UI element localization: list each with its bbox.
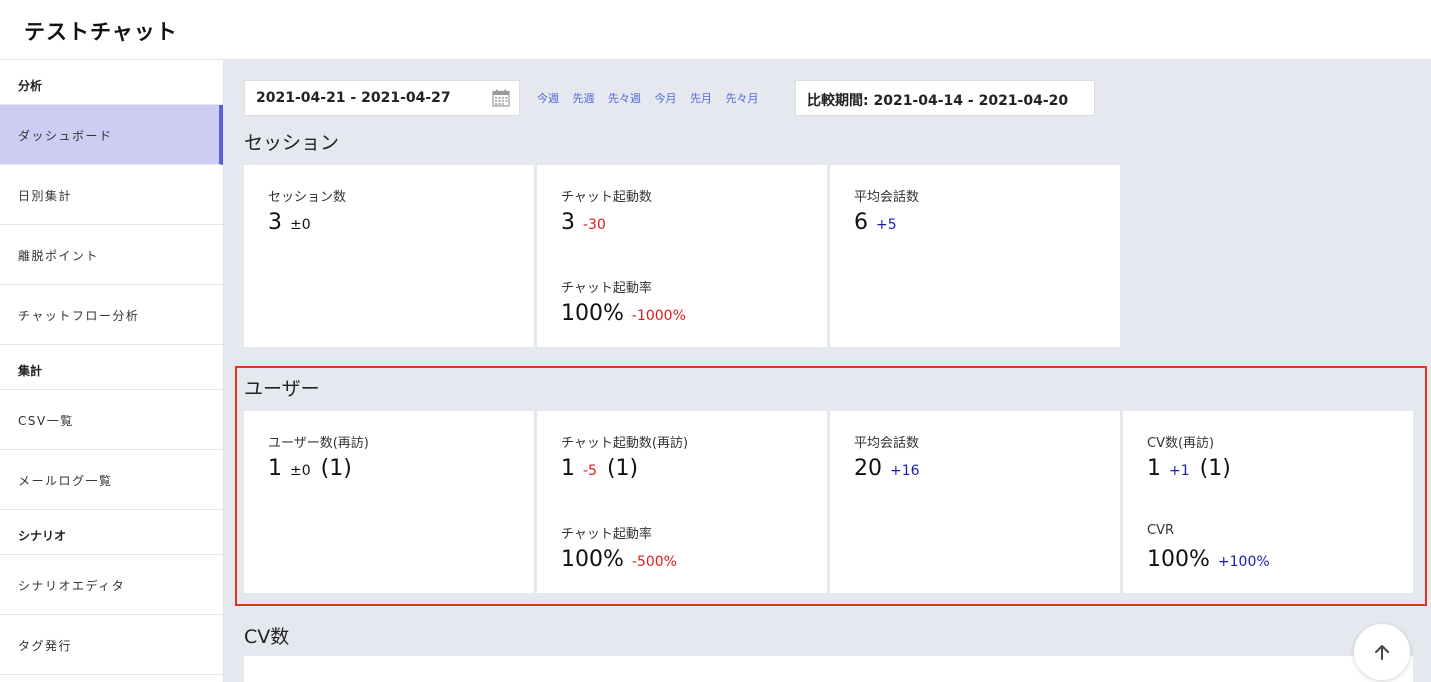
main-content: 2021-04-21 - 2021-04-27 今週 先週 先々週 今月 先月 … <box>225 60 1431 682</box>
sidebar-item-exit-points[interactable]: 離脱ポイント <box>0 225 223 285</box>
sidebar-item-chat-flow-analysis[interactable]: チャットフロー分析 <box>0 285 223 345</box>
cv-chart-card <box>244 656 1413 682</box>
chat-starts-label: チャット起動数 <box>561 190 652 205</box>
sessions-section-title: セッション <box>244 132 340 154</box>
avg-conversations-card: 平均会話数 6 +5 <box>830 165 1120 347</box>
user-chat-starts-card: チャット起動数(再訪) 1 -5 (1) チャット起動率 100% -500% <box>537 411 827 593</box>
metric-value: 100% <box>561 301 624 326</box>
metric-diff: +100% <box>1217 554 1270 570</box>
quick-link-last-month[interactable]: 先月 <box>690 92 712 105</box>
cvr-label: CVR <box>1147 523 1175 538</box>
sidebar-section-aggregation: 集計 <box>0 345 223 390</box>
sidebar-item-daily-summary[interactable]: 日別集計 <box>0 165 223 225</box>
quick-link-last-week[interactable]: 先週 <box>573 92 595 105</box>
metric-diff: -1000% <box>631 308 686 324</box>
chat-starts-value: 3 -30 <box>561 210 606 235</box>
metric-revisit: (1) <box>1199 456 1231 481</box>
sidebar-section-analysis: 分析 <box>0 60 223 105</box>
metric-revisit: (1) <box>320 456 352 481</box>
sidebar: 分析 ダッシュボード 日別集計 離脱ポイント チャットフロー分析 集計 CSV一… <box>0 60 224 682</box>
metric-value: 20 <box>854 456 882 481</box>
compare-period: 比較期間: 2021-04-14 - 2021-04-20 <box>795 80 1095 116</box>
cv-count-value: 1 +1 (1) <box>1147 456 1231 481</box>
user-avg-conversations-card: 平均会話数 20 +16 <box>830 411 1120 593</box>
metric-diff: -500% <box>631 554 677 570</box>
metric-value: 1 <box>561 456 575 481</box>
metric-value: 3 <box>561 210 575 235</box>
cv-count-card: CV数(再訪) 1 +1 (1) CVR 100% +100% <box>1123 411 1413 593</box>
metric-value: 1 <box>268 456 282 481</box>
metric-value: 3 <box>268 210 282 235</box>
metric-diff: -5 <box>583 463 597 479</box>
arrow-up-icon <box>1375 645 1389 660</box>
metric-revisit: (1) <box>606 456 639 481</box>
sidebar-item-dashboard[interactable]: ダッシュボード <box>0 105 223 165</box>
calendar-icon[interactable] <box>492 89 510 107</box>
quick-range-links: 今週 先週 先々週 今月 先月 先々月 <box>537 90 769 106</box>
metric-diff: +5 <box>876 217 897 233</box>
metric-value: 6 <box>854 210 868 235</box>
sidebar-item-csv-list[interactable]: CSV一覧 <box>0 390 223 450</box>
date-range-value: 2021-04-21 - 2021-04-27 <box>256 90 451 106</box>
cv-count-label: CV数(再訪) <box>1147 436 1215 451</box>
app-title: テストチャット <box>24 20 178 44</box>
session-count-label: セッション数 <box>268 190 347 205</box>
cvr-value: 100% +100% <box>1147 547 1270 572</box>
user-count-label: ユーザー数(再訪) <box>268 436 369 451</box>
session-count-value: 3 ±0 <box>268 210 311 235</box>
sidebar-item-tag-issue[interactable]: タグ発行 <box>0 615 223 675</box>
sidebar-item-scenario-editor[interactable]: シナリオエディタ <box>0 555 223 615</box>
user-count-value: 1 ±0 (1) <box>268 456 352 481</box>
quick-link-this-month[interactable]: 今月 <box>655 92 677 105</box>
session-count-card: セッション数 3 ±0 <box>244 165 534 347</box>
metric-value: 1 <box>1147 456 1161 481</box>
user-count-card: ユーザー数(再訪) 1 ±0 (1) <box>244 411 534 593</box>
metric-diff: -30 <box>583 217 606 233</box>
metric-value: 100% <box>561 547 624 572</box>
user-chat-starts-value: 1 -5 (1) <box>561 456 638 481</box>
metric-diff: ±0 <box>290 217 311 233</box>
quick-link-this-week[interactable]: 今週 <box>537 92 559 105</box>
sidebar-section-scenario: シナリオ <box>0 510 223 555</box>
user-chat-start-rate-label: チャット起動率 <box>561 527 652 542</box>
user-avg-conversations-label: 平均会話数 <box>854 436 920 451</box>
user-chat-start-rate-value: 100% -500% <box>561 547 677 572</box>
user-chat-starts-label: チャット起動数(再訪) <box>561 436 689 451</box>
user-avg-conversations-value: 20 +16 <box>854 456 920 481</box>
app-header: テストチャット <box>0 0 1431 60</box>
chat-start-rate-value: 100% -1000% <box>561 301 686 326</box>
avg-conversations-value: 6 +5 <box>854 210 897 235</box>
metric-diff: +1 <box>1169 463 1190 479</box>
date-range-picker[interactable]: 2021-04-21 - 2021-04-27 <box>244 80 520 116</box>
scroll-to-top-button[interactable] <box>1354 624 1410 680</box>
users-section-title: ユーザー <box>244 378 320 400</box>
metric-value: 100% <box>1147 547 1210 572</box>
metric-diff: +16 <box>890 463 920 479</box>
avg-conversations-label: 平均会話数 <box>854 190 920 205</box>
quick-link-two-weeks-ago[interactable]: 先々週 <box>608 92 641 105</box>
metric-diff: ±0 <box>290 463 311 479</box>
chat-starts-card: チャット起動数 3 -30 チャット起動率 100% -1000% <box>537 165 827 347</box>
quick-link-two-months-ago[interactable]: 先々月 <box>726 92 759 105</box>
cv-section-title: CV数 <box>244 626 290 648</box>
chat-start-rate-label: チャット起動率 <box>561 281 652 296</box>
sidebar-item-mail-log-list[interactable]: メールログ一覧 <box>0 450 223 510</box>
